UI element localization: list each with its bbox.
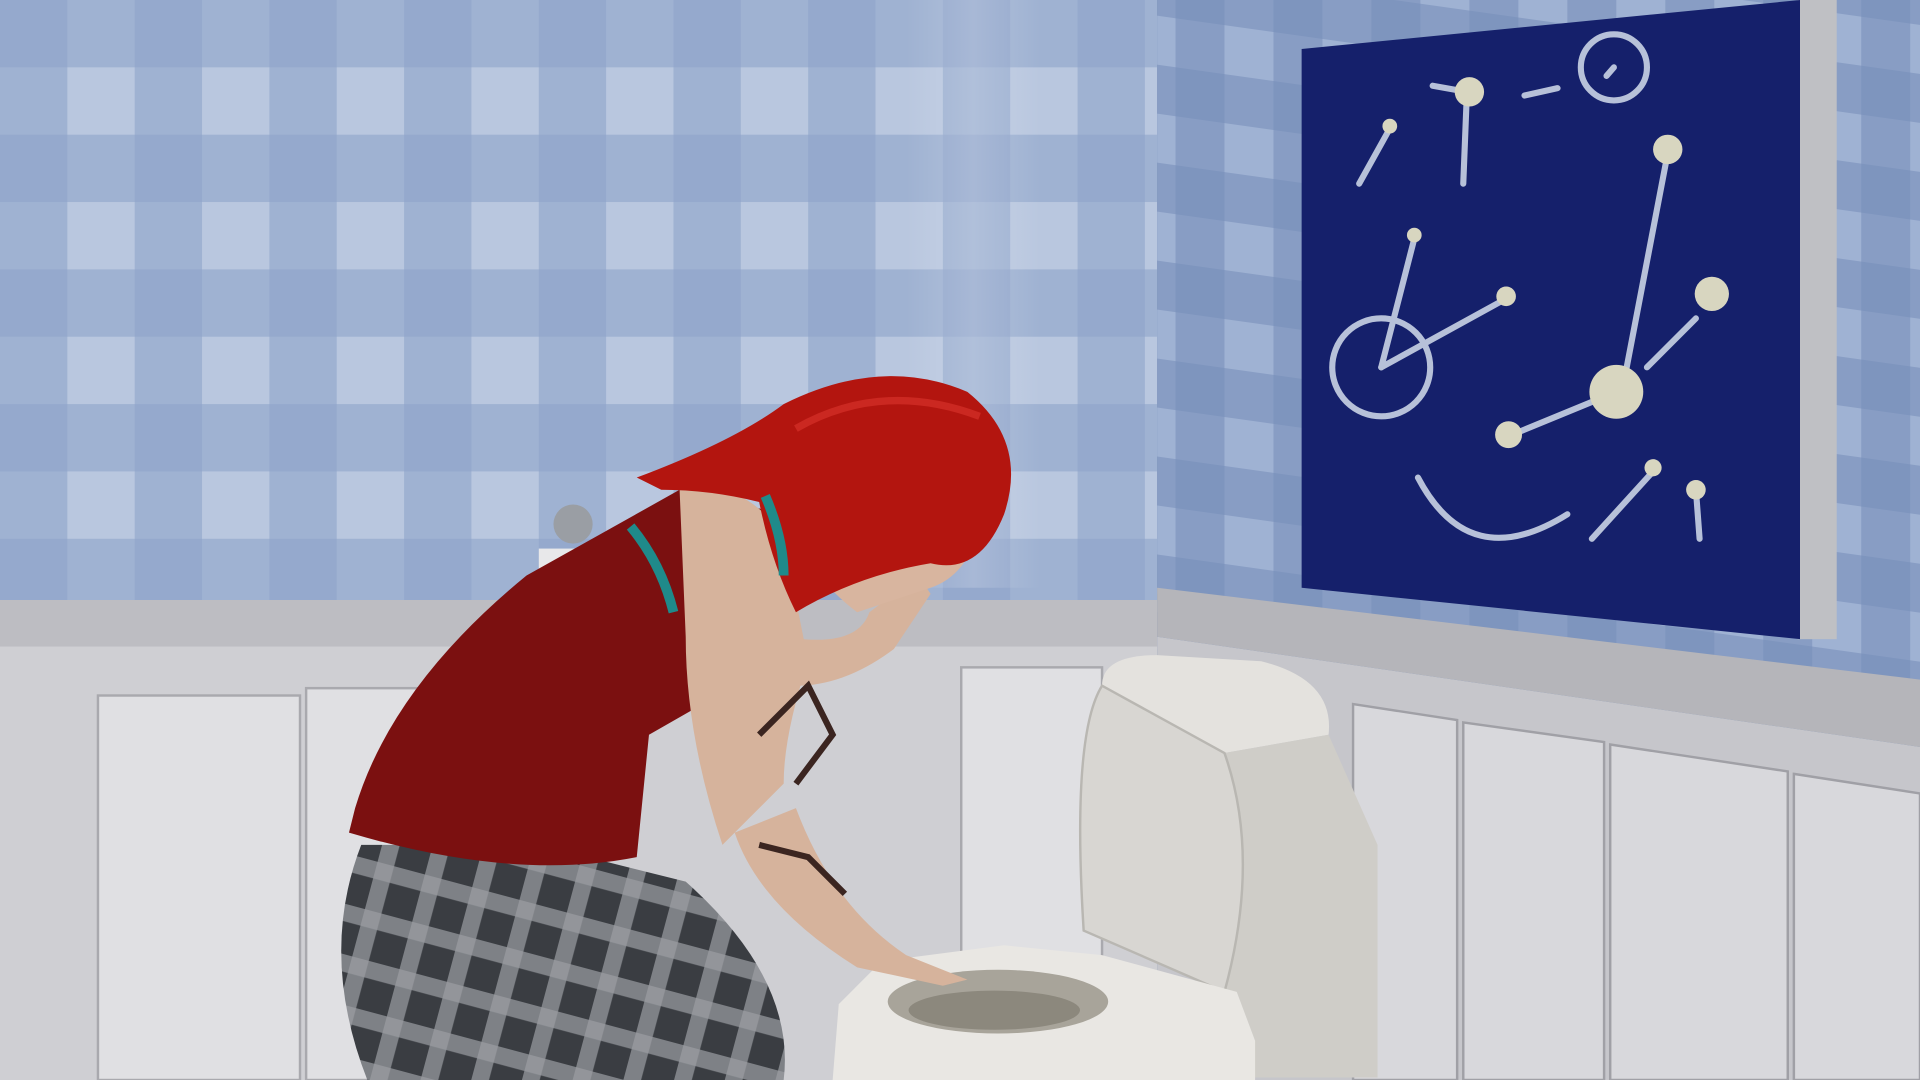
game-scene: [0, 0, 1920, 1080]
molecule-poster[interactable]: [1301, 0, 1837, 640]
